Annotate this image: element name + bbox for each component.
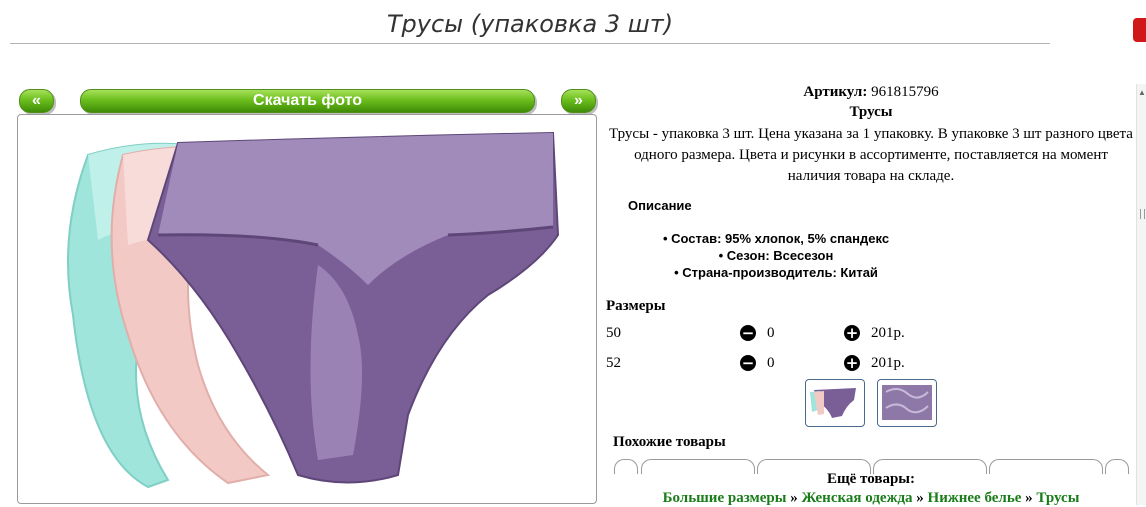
spec-item: Состав: 95% хлопок, 5% спандекс [606, 230, 946, 247]
page-title: Трусы (упаковка 3 шт) [386, 10, 674, 38]
thumbnail-image [810, 388, 856, 418]
price-value: 201р. [871, 325, 905, 341]
spec-item: Страна-производитель: Китай [606, 264, 946, 281]
spec-list: Состав: 95% хлопок, 5% спандекс Сезон: В… [606, 230, 946, 281]
product-name: Трусы [849, 104, 893, 120]
quantity-value: 0 [767, 355, 775, 371]
similar-heading: Похожие товары [613, 434, 726, 450]
minus-circle-icon[interactable]: − [740, 355, 756, 371]
thumbnail-image [882, 385, 932, 420]
panties-image [67, 131, 560, 489]
vertical-scrollbar[interactable]: ▲ [1136, 84, 1146, 505]
crumb-link[interactable]: Нижнее белье [928, 490, 1022, 506]
article-label: Артикул: [803, 84, 868, 100]
spec-item: Сезон: Всесезон [606, 247, 946, 264]
article-line: Артикул: 961815796 [606, 84, 1136, 101]
size-row: 50 − 0 + 201р. [606, 323, 1136, 345]
size-value: 50 [606, 325, 621, 341]
size-row: 52 − 0 + 201р. [606, 353, 1136, 375]
crumb-separator: » [916, 490, 924, 506]
crumb-link[interactable]: Женская одежда [801, 490, 912, 506]
breadcrumb: Большие размеры » Женская одежда » Нижне… [606, 490, 1136, 507]
scroll-grip-icon[interactable] [1140, 209, 1145, 219]
sizes-heading: Размеры [606, 298, 666, 314]
prev-photo-button[interactable]: « [19, 89, 54, 113]
plus-circle-icon[interactable]: + [844, 355, 860, 371]
size-value: 52 [606, 355, 621, 371]
close-icon[interactable] [1133, 18, 1146, 42]
plus-circle-icon[interactable]: + [844, 325, 860, 341]
article-value: 961815796 [871, 84, 939, 100]
crumb-separator: » [790, 490, 798, 506]
description-heading: Описание [628, 198, 692, 213]
quantity-value: 0 [767, 325, 775, 341]
minus-circle-icon[interactable]: − [740, 325, 756, 341]
title-divider [10, 43, 1050, 44]
price-value: 201р. [871, 355, 905, 371]
next-photo-button[interactable]: » [561, 89, 596, 113]
scroll-up-icon[interactable]: ▲ [1138, 88, 1146, 97]
crumb-link[interactable]: Большие размеры [663, 490, 787, 506]
photo-thumbnail[interactable] [877, 379, 937, 427]
crumb-separator: » [1025, 490, 1033, 506]
product-photo [17, 114, 597, 504]
download-photo-button[interactable]: Скачать фото [80, 89, 535, 113]
more-products-heading: Ещё товары: [826, 471, 916, 487]
photo-thumbnail[interactable] [805, 379, 865, 427]
product-description: Трусы - упаковка 3 шт. Цена указана за 1… [609, 126, 1133, 184]
crumb-link[interactable]: Трусы [1036, 490, 1079, 506]
